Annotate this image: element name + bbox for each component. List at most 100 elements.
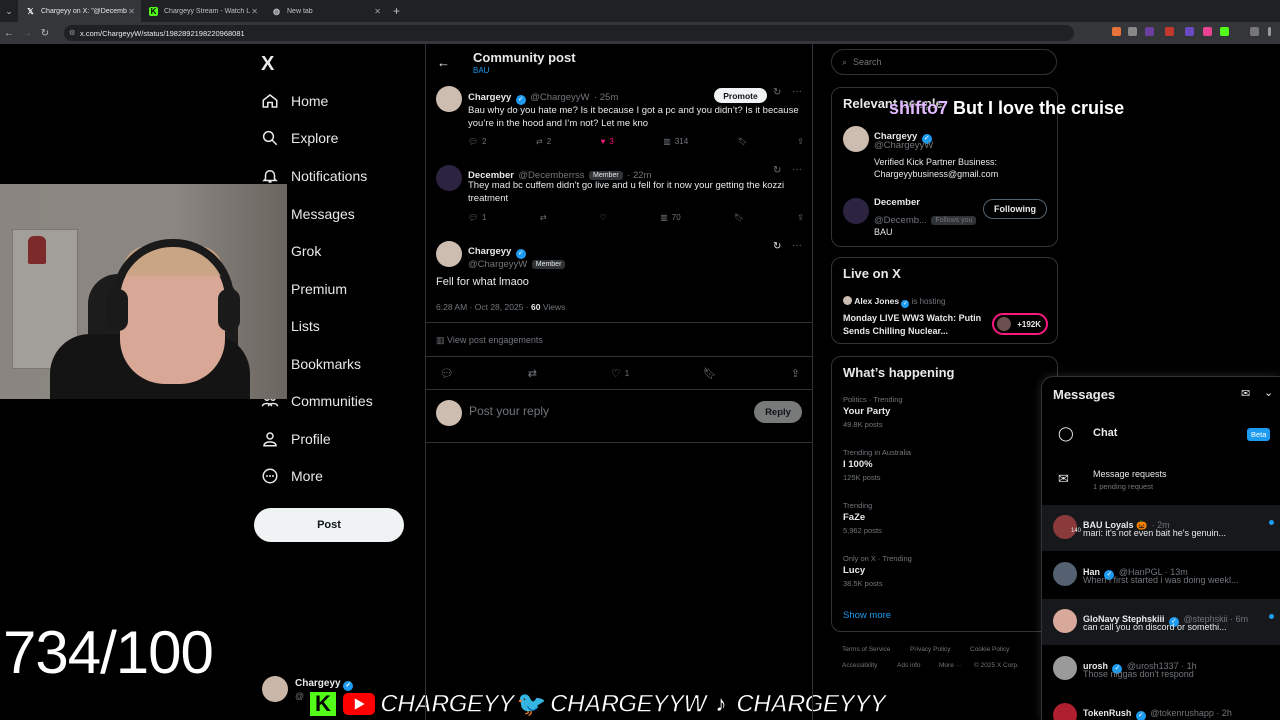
dm-row[interactable]: BAU Loyals 🎃 · 2m mari: it's not even ba… bbox=[1042, 505, 1280, 551]
tweet-author-handle[interactable]: @ChargeyyW bbox=[468, 259, 527, 270]
extension-icon[interactable] bbox=[1165, 27, 1174, 36]
like-button[interactable]: ♥ 3 bbox=[601, 137, 614, 146]
live-listeners-pill[interactable]: +192K bbox=[992, 313, 1048, 335]
trend-item[interactable]: Only on X · Trending Lucy 38.5K posts bbox=[843, 554, 912, 588]
show-more-link[interactable]: Show more bbox=[843, 610, 891, 621]
nav-item-home[interactable]: Home bbox=[260, 88, 328, 114]
more-icon[interactable]: ··· bbox=[792, 240, 802, 251]
share-button[interactable]: ⇪ bbox=[791, 367, 800, 380]
new-message-icon[interactable]: ✉ bbox=[1241, 387, 1250, 400]
footer-link[interactable]: Cookie Policy bbox=[970, 646, 1009, 653]
person-name[interactable]: December bbox=[874, 197, 920, 208]
trend-item[interactable]: Trending in Australia I 100% 125K posts bbox=[843, 448, 911, 482]
extension-icon[interactable] bbox=[1203, 27, 1212, 36]
reload-icon[interactable]: ↻ bbox=[36, 28, 54, 39]
live-host-name[interactable]: Alex Jones bbox=[854, 296, 899, 306]
back-arrow-icon[interactable]: ← bbox=[0, 28, 18, 39]
extension-icon[interactable] bbox=[1220, 27, 1229, 36]
dm-row[interactable]: Han ✓ @HanPGL · 13m When i first started… bbox=[1042, 552, 1280, 598]
tweet-time[interactable]: · 25m bbox=[594, 92, 618, 103]
extension-icon[interactable] bbox=[1145, 27, 1154, 36]
browser-tab-newtab[interactable]: ◍ New tab ✕ bbox=[264, 0, 387, 22]
trend-item[interactable]: Politics · Trending Your Party 49.8K pos… bbox=[843, 395, 903, 429]
reply-button[interactable]: 💬︎ 2 bbox=[468, 137, 487, 146]
reply-input[interactable]: Post your reply bbox=[469, 404, 549, 418]
footer-link[interactable]: Terms of Service bbox=[842, 646, 890, 653]
views-button[interactable]: ▥ 314 bbox=[663, 137, 688, 146]
live-title[interactable]: Monday LIVE WW3 Watch: Putin Sends Chill… bbox=[843, 312, 988, 337]
dm-row[interactable]: TokenRush ✓ @tokenrushapp · 2h bbox=[1042, 693, 1280, 720]
like-button[interactable]: ♡ bbox=[600, 213, 607, 222]
download-icon[interactable] bbox=[1250, 27, 1259, 36]
like-count: 3 bbox=[609, 137, 614, 146]
reply-button[interactable]: Reply bbox=[754, 401, 802, 423]
tweet-author-handle[interactable]: @ChargeyyW bbox=[530, 92, 589, 103]
avatar[interactable] bbox=[843, 198, 869, 224]
repost-button[interactable]: ⇄ bbox=[528, 367, 537, 380]
footer-link[interactable]: More ··· bbox=[939, 662, 962, 669]
reply-button[interactable]: 💬︎ bbox=[440, 367, 454, 380]
nav-item-profile[interactable]: Profile bbox=[260, 426, 331, 452]
person-handle[interactable]: @ChargeyyW bbox=[874, 140, 933, 151]
reply-button[interactable]: 💬︎ 1 bbox=[468, 213, 487, 222]
promote-button[interactable]: Promote bbox=[714, 88, 767, 103]
grok-icon[interactable]: ↻ bbox=[773, 241, 781, 252]
close-tab-icon[interactable]: ✕ bbox=[374, 7, 381, 16]
url-bar[interactable]: ⚙ x.com/ChargeyyW/status/198289219822096… bbox=[64, 25, 1074, 41]
tweet-text: Fell for what lmaoo bbox=[436, 276, 529, 288]
tweet-timestamp[interactable]: 6:28 AM · Oct 28, 2025 · bbox=[436, 302, 529, 312]
new-tab-button[interactable]: + bbox=[393, 4, 400, 18]
search-input[interactable]: ⌕ Search bbox=[831, 49, 1057, 75]
trend-count: 125K posts bbox=[843, 473, 881, 482]
trend-item[interactable]: Trending FaZe 5,962 posts bbox=[843, 501, 882, 535]
views-button[interactable]: ▥ 70 bbox=[660, 213, 680, 222]
close-tab-icon[interactable]: ✕ bbox=[251, 7, 258, 16]
repost-button[interactable]: ⇄ 2 bbox=[536, 137, 551, 146]
like-button[interactable]: ♡ 1 bbox=[611, 367, 629, 380]
more-icon[interactable]: ··· bbox=[792, 164, 802, 175]
close-tab-icon[interactable]: ✕ bbox=[128, 7, 135, 16]
tab-search-icon[interactable]: ⌄ bbox=[0, 6, 18, 17]
community-link[interactable]: BAU bbox=[473, 66, 489, 75]
bookmark-button[interactable]: 🔖︎ bbox=[703, 367, 717, 380]
bell-icon bbox=[260, 166, 280, 186]
footer-link[interactable]: Privacy Policy bbox=[910, 646, 950, 653]
bookmark-button[interactable]: 🔖︎ bbox=[738, 137, 748, 146]
share-button[interactable]: ⇪ bbox=[797, 137, 804, 146]
menu-icon[interactable] bbox=[1268, 27, 1271, 36]
footer-link[interactable]: Accessibility bbox=[842, 662, 877, 669]
forward-arrow-icon[interactable]: → bbox=[18, 28, 36, 39]
repost-button[interactable]: ⇄ bbox=[540, 213, 547, 222]
following-button[interactable]: Following bbox=[983, 199, 1047, 219]
dm-row[interactable]: urosh ✓ @urosh1337 · 1h Those niggas don… bbox=[1042, 646, 1280, 692]
browser-tab-kick[interactable]: K Chargeyy Stream - Watch Live ✕ bbox=[141, 0, 264, 22]
person-handle[interactable]: @Decemb... bbox=[874, 215, 927, 226]
site-info-icon[interactable]: ⚙ bbox=[69, 29, 75, 37]
dm-row[interactable]: GloNavy Stephskiii ✓ @stephskii · 6m can… bbox=[1042, 599, 1280, 645]
avatar[interactable] bbox=[843, 126, 869, 152]
chevron-down-icon[interactable]: ⌄ bbox=[1264, 386, 1273, 399]
avatar[interactable] bbox=[436, 241, 462, 267]
post-button[interactable]: Post bbox=[254, 508, 404, 542]
nav-item-explore[interactable]: Explore bbox=[260, 125, 338, 151]
extension-icon[interactable] bbox=[1128, 27, 1137, 36]
nav-item-more[interactable]: More bbox=[260, 463, 323, 489]
avatar[interactable] bbox=[436, 165, 462, 191]
back-arrow-icon[interactable]: ← bbox=[437, 55, 450, 70]
drawer-title[interactable]: Messages bbox=[1053, 387, 1115, 402]
view-engagements-link[interactable]: ▥ View post engagements bbox=[436, 335, 543, 346]
grok-icon[interactable]: ↻ bbox=[773, 87, 781, 98]
kick-logo-icon: K bbox=[308, 690, 338, 718]
verified-icon: ✓ bbox=[901, 300, 910, 308]
share-button[interactable]: ⇪ bbox=[797, 213, 804, 222]
grok-icon[interactable]: ↻ bbox=[773, 165, 781, 176]
bookmark-button[interactable]: 🔖︎ bbox=[734, 213, 744, 222]
more-icon[interactable]: ··· bbox=[792, 86, 802, 97]
extension-icon[interactable] bbox=[1112, 27, 1121, 36]
browser-tab-x[interactable]: 𝕏 Chargeyy on X: "@Decemberr... ✕ bbox=[18, 0, 141, 22]
extension-icon[interactable] bbox=[1185, 27, 1194, 36]
avatar[interactable] bbox=[436, 86, 462, 112]
x-logo[interactable]: X bbox=[261, 53, 274, 76]
tweet-author-name[interactable]: Chargeyy bbox=[468, 92, 511, 103]
footer-link[interactable]: Ads info bbox=[897, 662, 921, 669]
